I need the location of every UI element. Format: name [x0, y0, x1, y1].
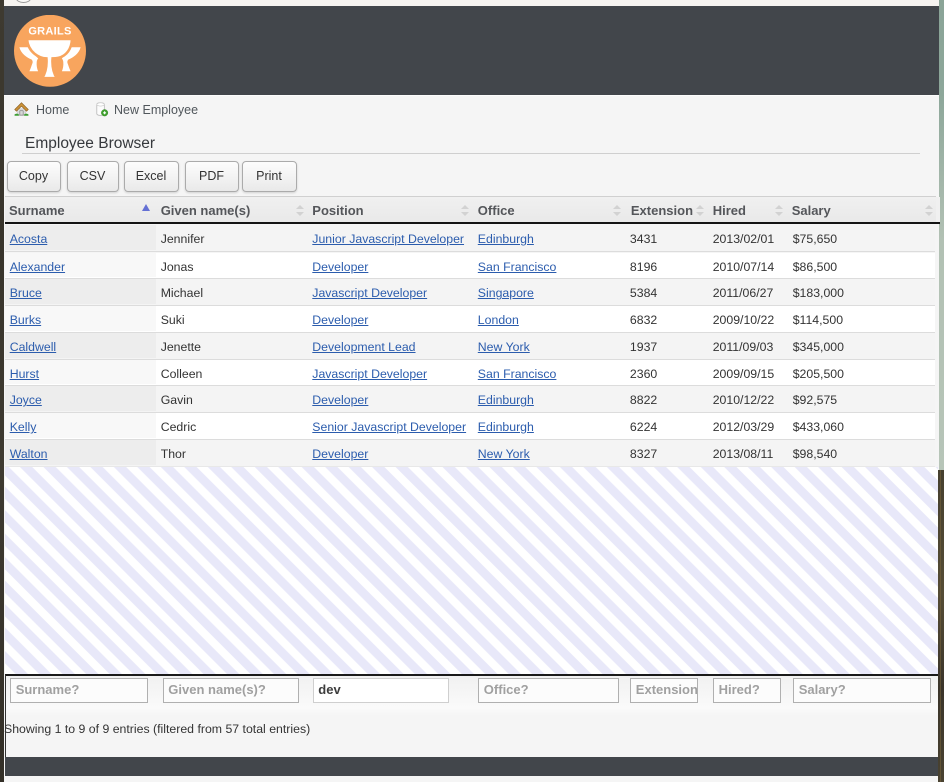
svg-text:GRAILS: GRAILS: [28, 26, 71, 38]
